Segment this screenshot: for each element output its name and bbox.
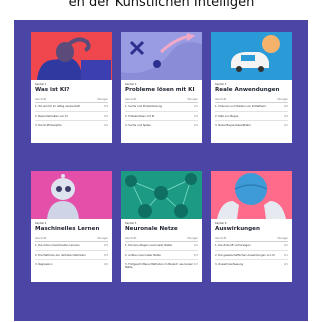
section-row[interactable]: 3. Regression 0/4 xyxy=(35,259,108,268)
column-header-exercises: Übungen xyxy=(97,98,108,101)
column-header-section: Abschnitt xyxy=(125,98,137,101)
chapter-overview-panel: Kapitel 1 Was ist KI? Abschnitt Übungen 1… xyxy=(14,20,308,321)
chapter-title: Maschinelles Lernen xyxy=(35,226,100,232)
chapter-title: Reale Anwendungen xyxy=(215,87,280,93)
page-header-text: en der Künstlichen Intelligen xyxy=(68,0,255,10)
section-row[interactable]: 3. Zusammenfassung 0/1 xyxy=(215,259,288,268)
section-row[interactable]: 2. Besonderheiten von KI 0/4 xyxy=(35,111,108,120)
chapter-2-illustration xyxy=(121,32,202,80)
column-header-section: Abschnitt xyxy=(35,98,47,101)
section-row[interactable]: 1. Die Zukunft vorhersagen 0/1 xyxy=(215,241,288,250)
section-row[interactable]: 3. Die KI-Philosophie 0/2 xyxy=(35,120,108,129)
column-header-exercises: Übungen xyxy=(187,237,198,240)
column-header-section: Abschnitt xyxy=(215,237,227,240)
chapter-title: Was ist KI? xyxy=(35,87,70,93)
section-row[interactable]: 2. Aufbau neuronaler Netze 0/3 xyxy=(125,250,198,259)
column-header-exercises: Übungen xyxy=(187,98,198,101)
chapter-6-illustration xyxy=(211,171,292,219)
section-row[interactable]: 2. Problemlösen mit KI 0/3 xyxy=(125,111,198,120)
chapter-card-3[interactable]: Kapitel 3 Reale Anwendungen Abschnitt Übu… xyxy=(211,32,292,143)
column-header-section: Abschnitt xyxy=(215,98,227,101)
chapter-title: Probleme lösen mit KI xyxy=(125,87,195,93)
section-row[interactable]: 3. Suche und Spiele 0/3 xyxy=(125,120,198,129)
section-row[interactable]: 1. Wo wird KI im Alltag verwendet? 0/3 xyxy=(35,102,108,111)
column-header-section: Abschnitt xyxy=(125,237,137,240)
column-header-section: Abschnitt xyxy=(35,237,47,240)
section-row[interactable]: 1. Die Grundlagen neuronaler Netze 0/1 xyxy=(125,241,198,250)
section-row[interactable]: 3. Fortgeschrittene Methoden im Bereich … xyxy=(125,259,198,272)
chapter-card-1[interactable]: Kapitel 1 Was ist KI? Abschnitt Übungen 1… xyxy=(31,32,112,143)
chapter-card-5[interactable]: Kapitel 5 Neuronale Netze Abschnitt Übung… xyxy=(121,171,202,282)
section-row[interactable]: 1. Die Arten maschinellen Lernens 0/3 xyxy=(35,241,108,250)
section-row[interactable]: 1. Chancen und Risiken von KI-Mathem. 0/2 xyxy=(215,102,288,111)
section-row[interactable]: 3. Naive Bayes-Klassifikator 0/1 xyxy=(215,120,288,129)
section-row[interactable]: 2. Die Methode der nächsten Nachbarn 0/3 xyxy=(35,250,108,259)
section-row[interactable]: 2. Satz von Bayes 0/2 xyxy=(215,111,288,120)
chapter-title: Auswirkungen xyxy=(215,226,260,232)
section-row[interactable]: 2. Die gesellschaftlichen Auswirkungen v… xyxy=(215,250,288,259)
chapter-1-illustration xyxy=(31,32,112,80)
chapter-card-2[interactable]: Kapitel 2 Probleme lösen mit KI Abschnit… xyxy=(121,32,202,143)
section-row[interactable]: 1. Suche und Problemlösung 0/1 xyxy=(125,102,198,111)
chapter-3-illustration xyxy=(211,32,292,80)
column-header-exercises: Übungen xyxy=(277,237,288,240)
column-header-exercises: Übungen xyxy=(97,237,108,240)
column-header-exercises: Übungen xyxy=(277,98,288,101)
chapter-title: Neuronale Netze xyxy=(125,226,178,232)
chapter-card-4[interactable]: Kapitel 4 Maschinelles Lernen Abschnitt Ü… xyxy=(31,171,112,282)
chapter-5-illustration xyxy=(121,171,202,219)
chapter-4-illustration xyxy=(31,171,112,219)
chapter-card-6[interactable]: Kapitel 6 Auswirkungen Abschnitt Übungen … xyxy=(211,171,292,282)
